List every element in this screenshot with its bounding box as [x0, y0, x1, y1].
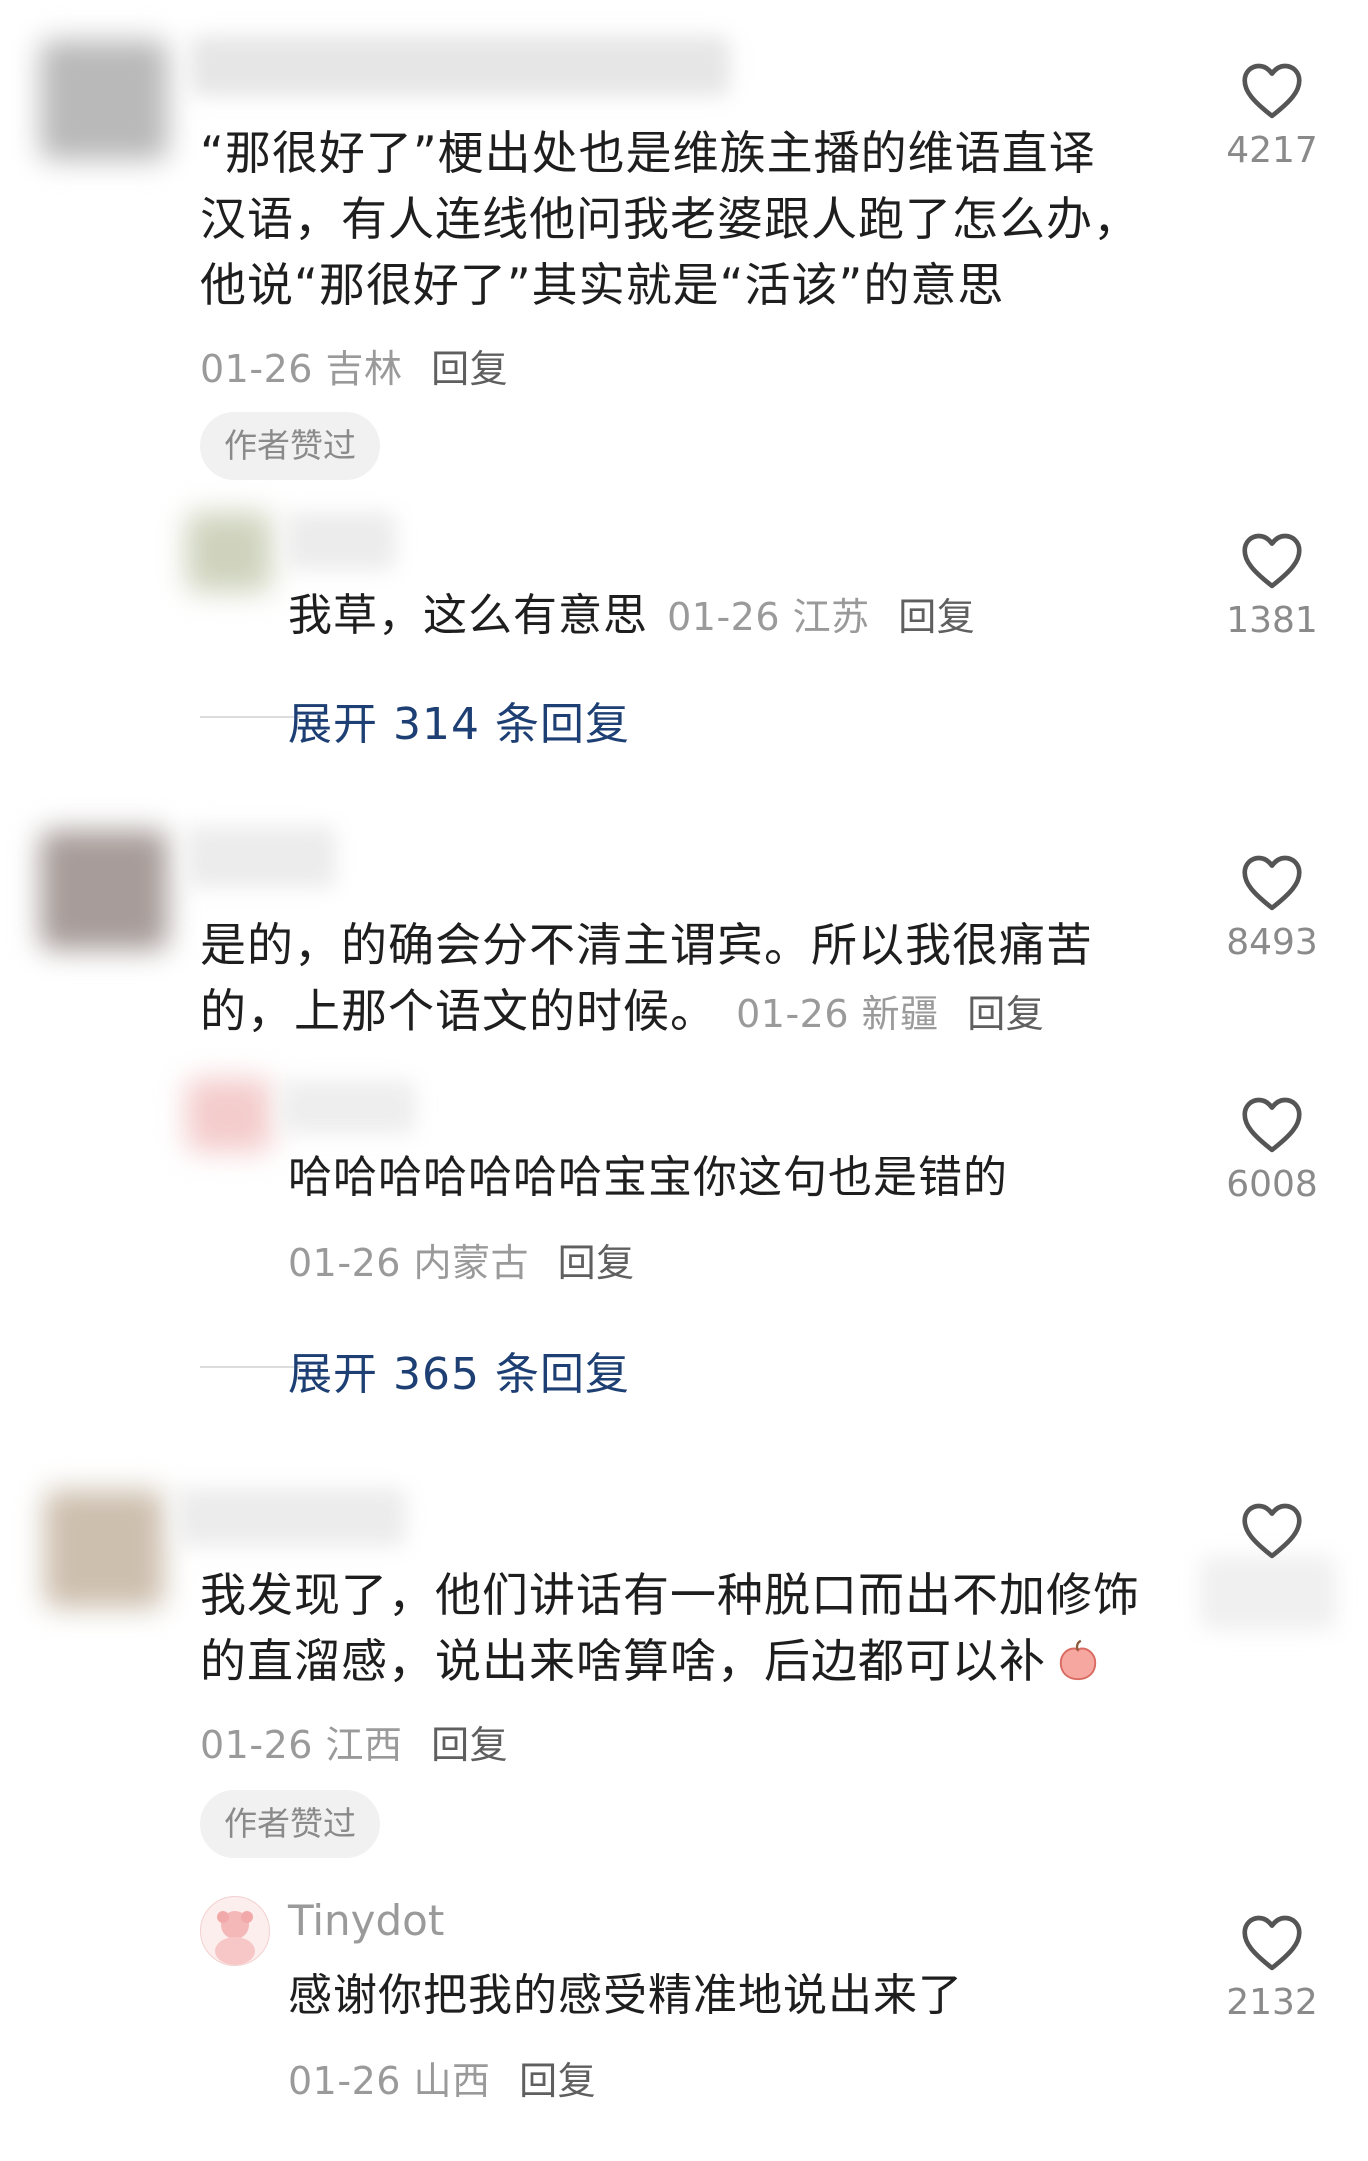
heart-outline-icon[interactable] [1239, 1912, 1305, 1972]
sub-reply-button[interactable]: 回复 [558, 1241, 635, 1285]
author-liked-badge: 作者赞过 [200, 1790, 380, 1858]
comment-location: 新疆 [861, 992, 939, 1036]
avatar[interactable] [44, 1490, 164, 1608]
comment-text: “那很好了”梗出处也是维族主播的维语直译 汉语，有人连线他问我老婆跟人跑了怎么办… [200, 126, 1140, 312]
reply-avatar[interactable] [186, 1078, 272, 1152]
sub-reply-like-button[interactable]: 6008 [1202, 1094, 1342, 1205]
comment-text-line-2: 的，上那个语文的时候。 [200, 984, 717, 1038]
expand-replies-button[interactable]: 展开 314 条回复 [288, 688, 630, 752]
username-blurred[interactable] [186, 826, 336, 888]
username-blurred[interactable] [190, 36, 730, 96]
like-count: 6008 [1226, 1164, 1318, 1205]
reply-username-blurred[interactable] [286, 512, 396, 570]
comment-text-line-1: 是的，的确会分不清主谓宾。所以我很痛苦 [200, 918, 1093, 972]
heart-outline-icon[interactable] [1239, 530, 1305, 590]
author-liked-badge: 作者赞过 [200, 412, 380, 480]
expand-replies-button[interactable]: 展开 365 条回复 [288, 1338, 630, 1402]
expand-divider [200, 716, 300, 718]
like-count: 4217 [1226, 130, 1318, 171]
comment-text-line-2-row: 的直溜感，说出来啥算啥，后边都可以补 [200, 1628, 1101, 1694]
sub-reply-text: 感谢你把我的感受精准地说出来了 [288, 1970, 963, 2021]
like-count: 8493 [1226, 922, 1318, 963]
sub-reply-meta: 01-26 山西 回复 [288, 2050, 596, 2105]
expand-divider [200, 1366, 300, 1368]
sub-reply-like-button[interactable]: 1381 [1202, 530, 1342, 641]
sub-reply-date: 01-26 [288, 1241, 401, 1285]
sub-reply-text: 我草，这么有意思 [288, 590, 648, 641]
reply-username-blurred[interactable] [280, 1080, 416, 1134]
like-button[interactable] [1202, 1500, 1342, 1564]
sub-reply-line: 我草，这么有意思 01-26 江苏 回复 [288, 586, 975, 646]
like-count: 1381 [1226, 600, 1318, 641]
comment-location: 吉林 [325, 347, 403, 391]
comment-date: 01-26 [200, 347, 313, 391]
peach-emoji [1059, 1639, 1097, 1681]
sub-reply-meta: 01-26 内蒙古 回复 [288, 1232, 635, 1287]
sub-reply-location: 内蒙古 [413, 1241, 530, 1285]
comment-text-line-1: 我发现了，他们讲话有一种脱口而出不加修饰 [200, 1568, 1140, 1622]
comment-text-line-2-row: 的，上那个语文的时候。 01-26 新疆 回复 [200, 978, 1044, 1044]
comment-text-line-2: 的直溜感，说出来啥算啥，后边都可以补 [200, 1634, 1046, 1688]
avatar[interactable] [40, 830, 168, 950]
reply-avatar[interactable] [200, 1896, 270, 1966]
sub-reply-location: 江苏 [792, 595, 870, 639]
sub-reply-button[interactable]: 回复 [898, 595, 975, 639]
heart-outline-icon[interactable] [1239, 852, 1305, 912]
avatar[interactable] [40, 40, 168, 160]
comment-meta: 01-26 吉林 回复 [200, 338, 508, 393]
reply-button[interactable]: 回复 [431, 1723, 508, 1767]
sub-reply-meta: 01-26 江苏 回复 [667, 595, 975, 639]
sub-reply-date: 01-26 [667, 595, 781, 639]
like-button[interactable]: 8493 [1202, 852, 1342, 963]
reply-username[interactable]: Tinydot [288, 1896, 444, 1945]
comment-location: 江西 [325, 1723, 403, 1767]
username-blurred[interactable] [176, 1488, 406, 1546]
right-blurred-area [1200, 1556, 1336, 1630]
comment-date: 01-26 [736, 992, 850, 1036]
heart-outline-icon[interactable] [1239, 1500, 1305, 1560]
comment-meta: 01-26 新疆 回复 [736, 992, 1044, 1036]
avatar-illustration [215, 1911, 255, 1965]
heart-outline-icon[interactable] [1239, 60, 1305, 120]
reply-button[interactable]: 回复 [967, 992, 1044, 1036]
sub-reply-button[interactable]: 回复 [519, 2059, 596, 2103]
sub-reply-like-button[interactable]: 2132 [1202, 1912, 1342, 2023]
comment-date: 01-26 [200, 1723, 313, 1767]
reply-avatar[interactable] [186, 512, 272, 592]
like-button[interactable]: 4217 [1202, 60, 1342, 171]
heart-outline-icon[interactable] [1239, 1094, 1305, 1154]
sub-reply-location: 山西 [413, 2059, 491, 2103]
reply-button[interactable]: 回复 [431, 347, 508, 391]
sub-reply-date: 01-26 [288, 2059, 401, 2103]
comment-meta: 01-26 江西 回复 [200, 1714, 508, 1769]
sub-reply-text: 哈哈哈哈哈哈哈宝宝你这句也是错的 [288, 1152, 1008, 1203]
like-count: 2132 [1226, 1982, 1318, 2023]
